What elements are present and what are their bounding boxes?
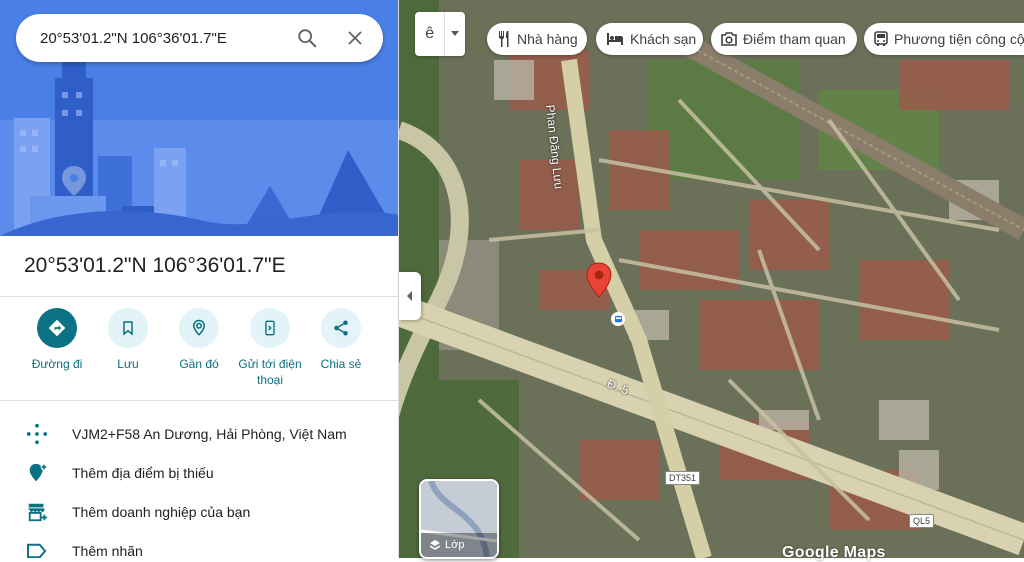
chip-attractions-label: Điểm tham quan [743, 31, 846, 47]
bookmark-icon [108, 308, 148, 348]
directions-label: Đường đi [31, 357, 83, 371]
nearby-label: Gần đó [179, 357, 219, 371]
chip-attractions[interactable]: Điểm tham quan [711, 23, 857, 55]
divider [0, 296, 398, 297]
language-label: ê [425, 25, 435, 42]
road-badge-dt351: DT351 [665, 471, 701, 485]
language-dropdown[interactable] [444, 12, 465, 56]
map-canvas[interactable]: Phan Đăng Lưu Đ. 5 DT351 QL5 [399, 0, 1024, 558]
bus-stop-marker[interactable] [611, 312, 625, 326]
add-location-row[interactable]: Thêm địa điểm bị thiếu [0, 454, 398, 492]
bus-icon [874, 31, 888, 47]
page-title: 20°53'01.2"N 106°36'01.7"E [24, 254, 286, 277]
chip-transit-label: Phương tiện công cộ [894, 31, 1024, 47]
add-business-text: Thêm doanh nghiệp của bạn [72, 504, 251, 520]
nearby-icon [179, 308, 219, 348]
add-business-row[interactable]: Thêm doanh nghiệp của bạn [0, 493, 398, 531]
send-to-phone-button[interactable]: Gửi tới điện thoại [232, 308, 308, 388]
add-location-icon [2, 462, 72, 484]
share-icon [321, 308, 361, 348]
layers-button[interactable]: Lớp [419, 479, 499, 559]
directions-icon [37, 308, 77, 348]
share-label: Chia sẻ [320, 357, 362, 371]
chip-hotels-label: Khách sạn [630, 31, 697, 47]
language-button[interactable]: ê [415, 12, 465, 56]
add-label-text: Thêm nhãn [72, 543, 143, 558]
caret-down-icon [451, 31, 460, 36]
nearby-button[interactable]: Gần đó [161, 308, 237, 372]
layers-icon [429, 540, 441, 550]
divider [0, 400, 398, 401]
search-icon [298, 29, 317, 48]
share-button[interactable]: Chia sẻ [303, 308, 379, 372]
send-to-phone-label: Gửi tới điện thoại [238, 357, 302, 387]
chip-transit[interactable]: Phương tiện công cộ [864, 23, 1024, 55]
search-button[interactable] [283, 14, 331, 62]
layers-label: Lớp [445, 539, 465, 551]
directions-button[interactable]: Đường đi [19, 308, 95, 372]
camera-icon [721, 32, 737, 46]
chip-restaurants[interactable]: Nhà hàng [487, 23, 587, 55]
restaurant-icon [497, 31, 511, 47]
plus-code-row[interactable]: VJM2+F58 An Dương, Hải Phòng, Việt Nam [0, 415, 398, 453]
google-maps-watermark: Google Maps [782, 544, 886, 561]
send-to-phone-icon [250, 308, 290, 348]
add-business-icon [2, 501, 72, 523]
bus-stop-icon [614, 315, 622, 322]
search-box[interactable]: 20°53'01.2"N 106°36'01.7"E [16, 14, 383, 62]
action-bar: Đường đi Lưu Gần đó Gửi tới điện thoại C… [0, 308, 398, 398]
plus-code-text: VJM2+F58 An Dương, Hải Phòng, Việt Nam [72, 426, 347, 442]
place-panel: 20°53'01.2"N 106°36'01.7"E 20°53'01.2"N … [0, 0, 399, 558]
add-label-row[interactable]: Thêm nhãn [0, 532, 398, 558]
save-label: Lưu [117, 357, 139, 371]
collapse-panel-button[interactable] [399, 272, 421, 320]
chevron-left-icon [407, 291, 412, 301]
close-button[interactable] [331, 14, 379, 62]
search-input[interactable]: 20°53'01.2"N 106°36'01.7"E [16, 30, 283, 47]
plus-code-icon [2, 423, 72, 445]
hotel-icon [606, 32, 624, 46]
location-pin-icon[interactable] [586, 262, 612, 298]
road-badge-ql5: QL5 [909, 514, 935, 528]
close-icon [348, 31, 362, 45]
satellite-imagery [399, 0, 1024, 558]
chip-restaurants-label: Nhà hàng [517, 31, 578, 47]
chip-hotels[interactable]: Khách sạn [596, 23, 703, 55]
save-button[interactable]: Lưu [90, 308, 166, 372]
label-icon [2, 542, 72, 558]
layers-label-group: Lớp [429, 539, 464, 551]
add-location-text: Thêm địa điểm bị thiếu [72, 465, 214, 481]
